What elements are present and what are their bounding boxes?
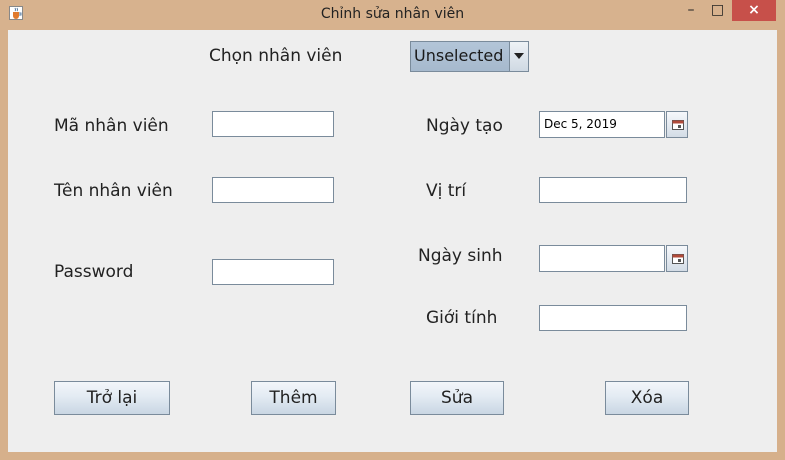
calendar-icon	[672, 120, 684, 130]
birth-date-label: Ngày sinh	[418, 246, 503, 266]
created-date-field[interactable]: Dec 5, 2019	[539, 111, 665, 138]
back-button[interactable]: Trở lại	[54, 381, 170, 415]
delete-button[interactable]: Xóa	[605, 381, 689, 415]
title-bar: Chỉnh sửa nhân viên – □ ×	[0, 0, 785, 30]
gender-field[interactable]	[539, 305, 687, 331]
maximize-button[interactable]: □	[704, 0, 731, 21]
created-date-label: Ngày tạo	[426, 116, 503, 136]
calendar-icon	[672, 254, 684, 264]
minimize-button[interactable]: –	[678, 0, 704, 21]
edit-button[interactable]: Sửa	[410, 381, 504, 415]
employee-id-label: Mã nhân viên	[54, 116, 169, 136]
dropdown-arrow[interactable]	[509, 42, 528, 71]
gender-label: Giới tính	[426, 308, 498, 328]
birth-date-calendar-button[interactable]	[666, 245, 688, 272]
position-label: Vị trí	[426, 181, 467, 201]
chevron-down-icon	[514, 53, 524, 59]
close-button[interactable]: ×	[732, 0, 776, 21]
select-employee-label: Chọn nhân viên	[209, 46, 343, 66]
employee-id-field[interactable]	[212, 111, 334, 137]
employee-select-value: Unselected	[414, 46, 504, 65]
employee-select-dropdown[interactable]: Unselected	[410, 41, 529, 72]
password-label: Password	[54, 262, 134, 282]
birth-date-field[interactable]	[539, 245, 665, 272]
position-field[interactable]	[539, 177, 687, 203]
password-field[interactable]	[212, 259, 334, 285]
employee-name-field[interactable]	[212, 177, 334, 203]
window-title: Chỉnh sửa nhân viên	[320, 6, 465, 22]
employee-name-label: Tên nhân viên	[54, 181, 173, 201]
created-date-calendar-button[interactable]	[666, 111, 688, 138]
add-button[interactable]: Thêm	[251, 381, 336, 415]
edit-employee-panel: Chọn nhân viên Unselected Mã nhân viên T…	[8, 30, 777, 452]
